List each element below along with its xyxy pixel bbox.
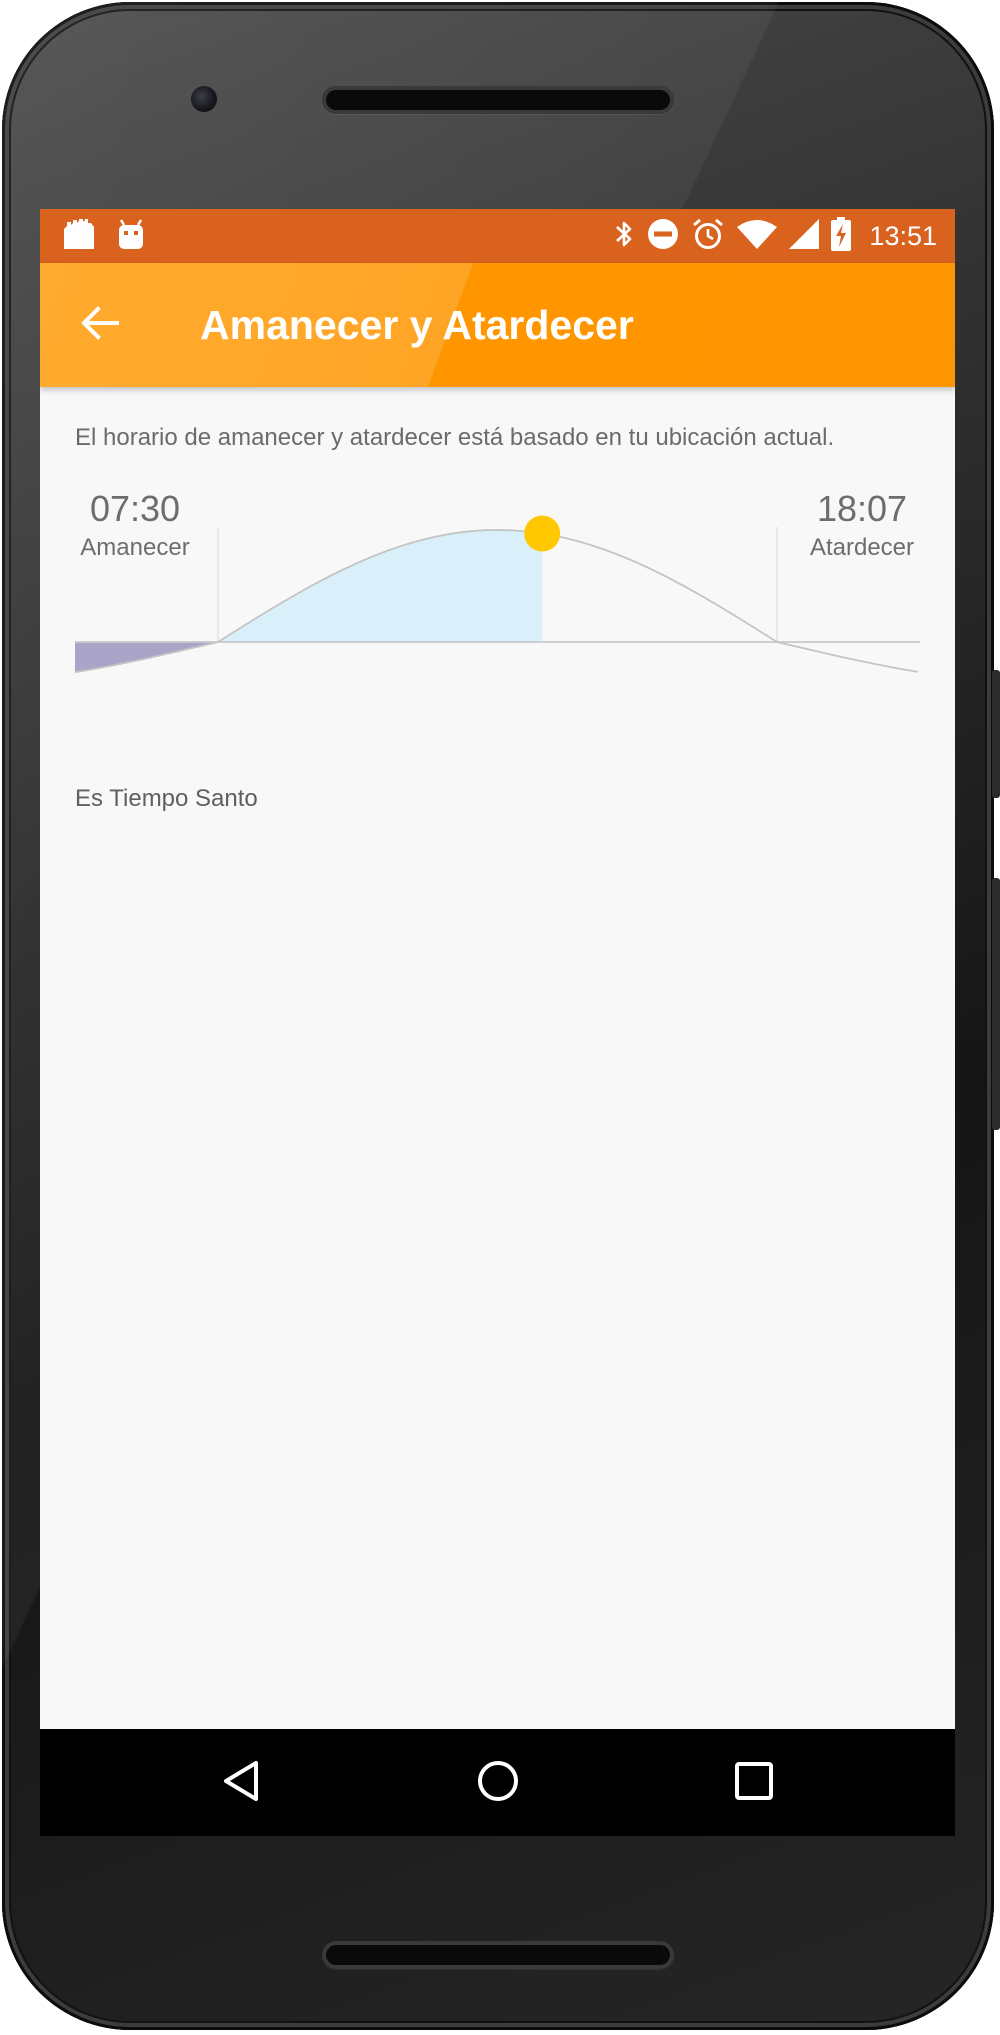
top-speaker — [322, 86, 674, 114]
status-time: 13:51 — [869, 220, 937, 251]
sunset-block: 18:07 Atardecer — [802, 489, 922, 563]
bluetooth-icon — [613, 218, 635, 255]
navigation-bar — [40, 1729, 955, 1836]
sunrise-block: 07:30 Amanecer — [75, 489, 195, 563]
sunset-label: Atardecer — [809, 534, 915, 561]
wifi-icon — [737, 219, 778, 254]
daylight-fill-area — [218, 530, 543, 642]
volume-button — [992, 878, 1000, 1130]
sun-path-svg — [74, 515, 920, 674]
system-icons: 13:51 — [613, 216, 937, 256]
sunrise-time: 07:30 — [89, 488, 181, 529]
nav-home-button[interactable] — [460, 1745, 536, 1821]
app-bar: Amanecer y Atardecer — [40, 263, 955, 387]
bottom-speaker — [322, 1941, 674, 1969]
nav-home-icon — [476, 1759, 520, 1808]
cell-signal-icon — [789, 218, 820, 254]
nav-recents-button[interactable] — [716, 1745, 792, 1821]
sunset-time: 18:07 — [816, 488, 908, 529]
screen: 13:51 Amanecer y Atardecer El horario de… — [40, 209, 955, 1836]
power-button — [992, 670, 1000, 798]
front-camera — [191, 86, 217, 112]
sun-path-chart: 07:30 Amanecer 18:07 Atardecer — [74, 487, 922, 707]
notification-icons — [62, 218, 146, 254]
status-bar: 13:51 — [40, 209, 955, 263]
sun-position-marker — [524, 515, 561, 552]
page-title: Amanecer y Atardecer — [200, 302, 634, 348]
sdcard-notification-icon — [62, 218, 96, 254]
back-button[interactable] — [70, 295, 130, 355]
nav-back-button[interactable] — [204, 1745, 280, 1821]
android-debug-icon — [116, 218, 146, 254]
nav-back-icon — [220, 1759, 264, 1808]
nav-recents-icon — [732, 1759, 776, 1808]
battery-charging-icon — [831, 216, 852, 256]
do-not-disturb-icon — [647, 218, 679, 255]
alarm-icon — [691, 217, 725, 256]
sunrise-label: Amanecer — [80, 534, 190, 561]
location-description: El horario de amanecer y atardecer está … — [75, 424, 835, 451]
main-content: El horario de amanecer y atardecer está … — [40, 387, 955, 1662]
liturgical-season-text: Es Tiempo Santo — [75, 785, 258, 812]
arrow-back-icon — [80, 303, 120, 348]
